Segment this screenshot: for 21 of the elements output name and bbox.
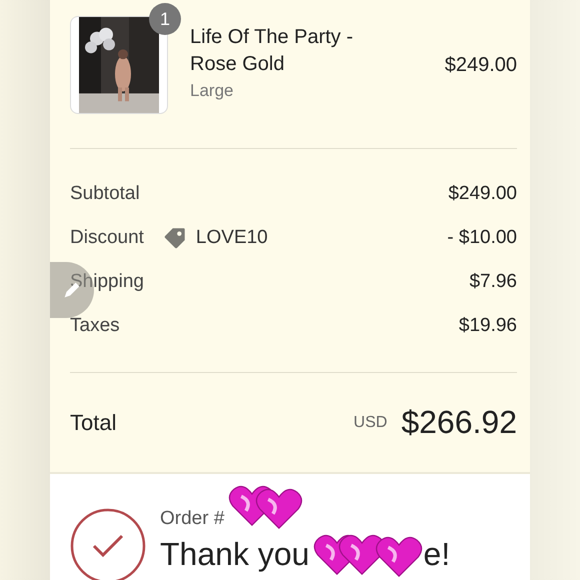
order-number: Order # (160, 508, 226, 530)
summary-value: $19.96 (458, 314, 517, 336)
total-label: Total (70, 410, 116, 436)
thank-you-heading: Thank you (160, 536, 310, 573)
heart-sticker-icon (375, 535, 423, 579)
quantity-badge: 1 (149, 3, 181, 35)
discount-code: LOVE10 (196, 226, 268, 248)
summary-value: - $10.00 (447, 226, 517, 248)
product-variant: Large (190, 81, 234, 101)
summary-label: Discount (70, 226, 144, 248)
summary-value: $249.00 (448, 182, 517, 204)
product-price: $249.00 (444, 53, 517, 77)
product-name: Life Of The Party - Rose Gold (190, 25, 354, 77)
heart-sticker-icon (255, 487, 303, 531)
summary-label: Taxes (70, 314, 120, 336)
summary-value: $7.96 (469, 270, 517, 292)
thank-you-heading: e! (423, 536, 450, 573)
total-value: $266.92 (401, 404, 517, 441)
currency-label: USD (354, 414, 388, 432)
summary-label: Subtotal (70, 182, 140, 204)
summary-label: Shipping (70, 270, 144, 292)
